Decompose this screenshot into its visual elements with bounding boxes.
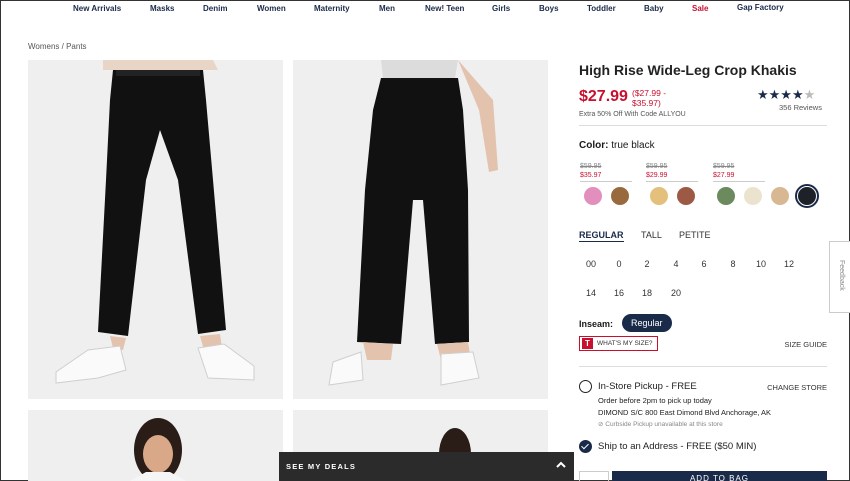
fit-tab-regular[interactable]: REGULAR bbox=[579, 230, 624, 242]
breadcrumb[interactable]: Womens / Pants bbox=[28, 42, 87, 51]
product-photo-model-smiling[interactable] bbox=[28, 410, 283, 481]
nav-new-arrivals[interactable]: New Arrivals bbox=[73, 4, 121, 13]
color-swatch-rust[interactable] bbox=[677, 187, 695, 205]
change-store-link[interactable]: CHANGE STORE bbox=[767, 383, 827, 392]
selected-color-name: true black bbox=[611, 140, 655, 151]
ship-option-label[interactable]: Ship to an Address - FREE ($50 MIN) bbox=[598, 441, 756, 452]
feedback-label: Feedback bbox=[838, 260, 845, 291]
ship-radio-checked[interactable] bbox=[579, 440, 592, 453]
group-price: $35.97 bbox=[580, 172, 602, 179]
pickup-option-label[interactable]: In-Store Pickup - FREE bbox=[598, 381, 697, 392]
color-label-text: Color: bbox=[579, 140, 609, 151]
rating-stars[interactable]: ★★★★★ bbox=[757, 87, 815, 103]
half-star-icon: ★ bbox=[803, 87, 816, 102]
pickup-order-note: Order before 2pm to pick up today bbox=[598, 396, 712, 405]
nav-baby[interactable]: Baby bbox=[644, 4, 664, 13]
inseam-regular-button[interactable]: Regular bbox=[622, 314, 672, 332]
divider bbox=[579, 366, 827, 367]
color-swatch-ivory[interactable] bbox=[744, 187, 762, 205]
color-swatch-pink[interactable] bbox=[584, 187, 602, 205]
group-price: $29.99 bbox=[646, 172, 668, 179]
true-fit-logo-icon: T bbox=[582, 338, 593, 349]
store-address: DIMOND S/C 800 East Dimond Blvd Anchorag… bbox=[598, 408, 771, 417]
chevron-up-icon[interactable] bbox=[554, 458, 568, 472]
whats-my-size-label: WHAT'S MY SIZE? bbox=[597, 340, 653, 347]
fit-tab-petite[interactable]: PETITE bbox=[679, 230, 711, 240]
size-option[interactable]: 12 bbox=[779, 259, 799, 269]
whats-my-size-button[interactable]: T WHAT'S MY SIZE? bbox=[579, 336, 658, 351]
nav-girls[interactable]: Girls bbox=[492, 4, 510, 13]
size-option[interactable]: 6 bbox=[694, 259, 714, 269]
color-label: Color: true black bbox=[579, 140, 655, 151]
size-option[interactable]: 14 bbox=[581, 288, 601, 298]
size-option[interactable]: 18 bbox=[637, 288, 657, 298]
price-group: $59.95 $35.97 bbox=[580, 162, 635, 182]
color-swatch-khaki[interactable] bbox=[650, 187, 668, 205]
review-count[interactable]: 356 Reviews bbox=[779, 103, 822, 112]
original-price: $59.95 bbox=[580, 163, 602, 170]
color-swatch-true-black[interactable] bbox=[795, 184, 819, 208]
pickup-radio[interactable] bbox=[579, 380, 592, 393]
size-option[interactable]: 16 bbox=[609, 288, 629, 298]
size-option[interactable]: 8 bbox=[723, 259, 743, 269]
model-front-illustration bbox=[55, 60, 255, 384]
quantity-selector[interactable] bbox=[579, 471, 609, 481]
sale-price: $27.99 bbox=[579, 88, 628, 105]
price-group: $59.95 $27.99 bbox=[713, 162, 768, 182]
size-option[interactable]: 2 bbox=[637, 259, 657, 269]
nav-women[interactable]: Women bbox=[257, 4, 286, 13]
nav-toddler[interactable]: Toddler bbox=[587, 4, 616, 13]
product-photo-front[interactable] bbox=[28, 60, 283, 399]
original-price: $59.95 bbox=[646, 163, 668, 170]
feedback-tab[interactable]: Feedback bbox=[829, 241, 850, 313]
nav-men[interactable]: Men bbox=[379, 4, 395, 13]
model-portrait-illustration bbox=[129, 418, 187, 481]
inseam-label: Inseam: bbox=[579, 319, 614, 329]
color-swatch-tan[interactable] bbox=[771, 187, 789, 205]
nav-maternity[interactable]: Maternity bbox=[314, 4, 350, 13]
original-price: $59.95 bbox=[713, 163, 735, 170]
size-option[interactable]: 0 bbox=[609, 259, 629, 269]
nav-masks[interactable]: Masks bbox=[150, 4, 174, 13]
price-range: ($27.99 - $35.97) bbox=[632, 88, 667, 108]
top-nav: New Arrivals Masks Denim Women Maternity… bbox=[1, 1, 850, 21]
promo-text: Extra 50% Off With Code ALLYOU bbox=[579, 111, 686, 118]
see-my-deals-bar[interactable]: SEE MY DEALS bbox=[279, 452, 574, 481]
divider bbox=[579, 125, 827, 126]
nav-denim[interactable]: Denim bbox=[203, 4, 227, 13]
size-option[interactable]: 10 bbox=[751, 259, 771, 269]
star-icon: ★★★★ bbox=[757, 87, 804, 102]
nav-new-teen[interactable]: New! Teen bbox=[425, 4, 464, 13]
fit-tab-tall[interactable]: TALL bbox=[641, 230, 662, 240]
product-photo-back[interactable] bbox=[293, 60, 548, 399]
nav-boys[interactable]: Boys bbox=[539, 4, 559, 13]
size-option[interactable]: 00 bbox=[581, 259, 601, 269]
see-my-deals-label: SEE MY DEALS bbox=[286, 462, 357, 471]
nav-gap-factory[interactable]: Gap Factory bbox=[737, 3, 784, 12]
curbside-note: ⊘ Curbside Pickup unavailable at this st… bbox=[598, 421, 723, 428]
group-price: $27.99 bbox=[713, 172, 735, 179]
nav-sale[interactable]: Sale bbox=[692, 4, 708, 13]
product-title: High Rise Wide-Leg Crop Khakis bbox=[579, 62, 797, 78]
price-group: $59.95 $29.99 bbox=[646, 162, 701, 182]
color-swatch-olive[interactable] bbox=[717, 187, 735, 205]
color-swatch-brown[interactable] bbox=[611, 187, 629, 205]
size-option[interactable]: 20 bbox=[666, 288, 686, 298]
model-back-illustration bbox=[328, 60, 498, 386]
size-guide-link[interactable]: SIZE GUIDE bbox=[784, 340, 827, 349]
size-option[interactable]: 4 bbox=[666, 259, 686, 269]
add-to-bag-button[interactable]: ADD TO BAG bbox=[612, 471, 827, 481]
